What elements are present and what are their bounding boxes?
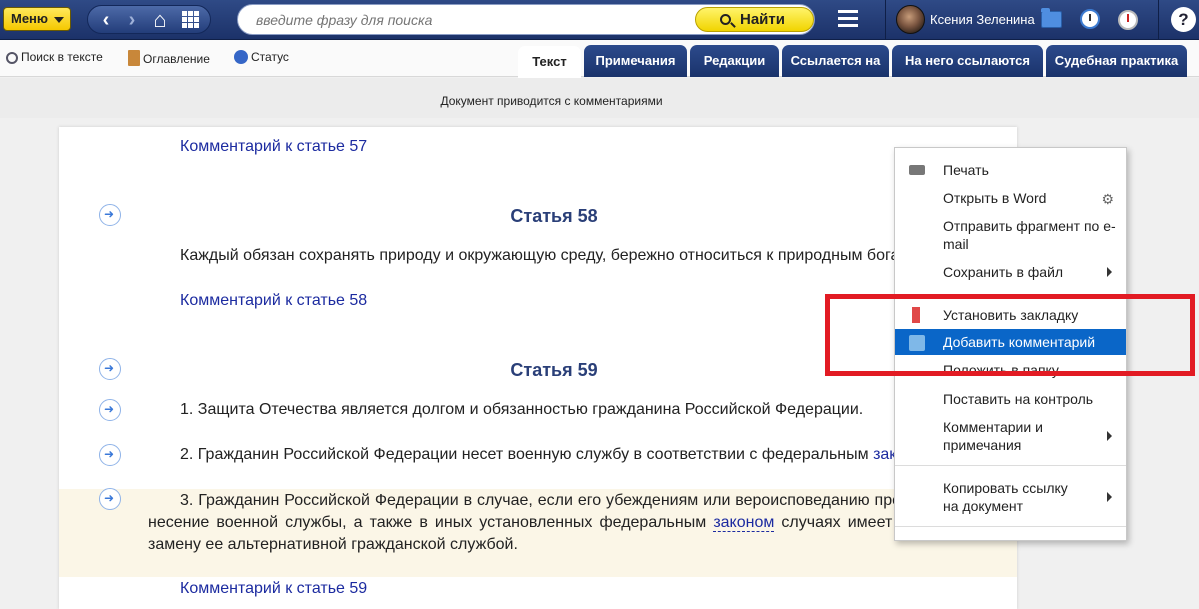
- menu-item-send-email[interactable]: Отправить фрагмент по e-mail: [895, 217, 1126, 253]
- menu-item-label: Открыть в Word: [943, 190, 1047, 206]
- hamburger-icon[interactable]: [838, 10, 858, 28]
- status-button[interactable]: Статус: [234, 50, 289, 64]
- arrow-right-icon[interactable]: [99, 444, 121, 466]
- tab-revisions[interactable]: Редакции: [690, 45, 779, 77]
- divider: [1158, 0, 1159, 40]
- search-in-text-button[interactable]: Поиск в тексте: [6, 50, 103, 64]
- info-warning-icon: [234, 50, 248, 64]
- notice-text: Документ приводится с комментариями: [440, 94, 663, 108]
- tab-notes[interactable]: Примечания: [584, 45, 687, 77]
- submenu-arrow-icon: [1107, 492, 1112, 502]
- divider: [885, 0, 886, 40]
- menu-item-to-control[interactable]: Поставить на контроль: [895, 390, 1126, 408]
- menu-item-label: Комментарии и примечания: [943, 419, 1043, 453]
- folder-icon[interactable]: [1041, 8, 1062, 28]
- menu-item-save-file[interactable]: Сохранить в файл: [895, 263, 1126, 281]
- avatar[interactable]: [896, 5, 925, 34]
- article-59-p2: 2. Гражданин Российской Федерации несет …: [180, 446, 914, 464]
- menu-separator: [895, 526, 1126, 527]
- user-name[interactable]: Ксения Зеленина: [930, 12, 1035, 27]
- menu-item-label: Сохранить в файл: [943, 264, 1064, 280]
- printer-icon: [909, 165, 925, 175]
- tab-court-practice[interactable]: Судебная практика: [1046, 45, 1187, 77]
- toolbar-label: Оглавление: [143, 52, 210, 66]
- comment-link-59[interactable]: Комментарий к статье 59: [180, 580, 367, 598]
- menu-item-comments-notes[interactable]: Комментарии и примечания: [895, 418, 1126, 454]
- notice-bar: Документ приводится с комментариями: [0, 78, 1199, 118]
- find-label: Найти: [740, 11, 785, 28]
- article-58-title: Статья 58: [510, 206, 598, 226]
- comment-link-58[interactable]: Комментарий к статье 58: [180, 292, 367, 310]
- caret-down-icon: [54, 17, 64, 23]
- tab-referenced-by[interactable]: На него ссылаются: [892, 45, 1043, 77]
- tab-text[interactable]: Текст: [518, 46, 581, 78]
- menu-separator: [895, 465, 1126, 466]
- law-link[interactable]: законом: [713, 514, 775, 532]
- submenu-arrow-icon: [1107, 267, 1112, 277]
- search-icon: [720, 14, 731, 25]
- back-arrow-icon[interactable]: ‹: [94, 8, 118, 32]
- menu-item-label: Копировать ссылку на документ: [943, 480, 1068, 514]
- article-59-p3: 3. Гражданин Российской Федерации в случ…: [148, 490, 908, 556]
- menu-item-copy-link[interactable]: Копировать ссылку на документ: [895, 479, 1126, 515]
- navigation-group: ‹ › ⌂: [87, 5, 211, 34]
- gear-icon[interactable]: ⚙: [1101, 190, 1114, 208]
- menu-item-label: Печать: [943, 162, 989, 178]
- toolbar-label: Поиск в тексте: [21, 50, 103, 64]
- tab-references[interactable]: Ссылается на: [782, 45, 889, 77]
- menu-item-label: Поставить на контроль: [943, 391, 1094, 407]
- book-icon: [128, 50, 140, 66]
- comment-link-57[interactable]: Комментарий к статье 57: [180, 138, 367, 156]
- article-59-p1: 1. Защита Отечества является долгом и об…: [180, 401, 864, 418]
- find-button[interactable]: Найти: [695, 7, 814, 32]
- search-input[interactable]: [256, 11, 676, 29]
- toolbar-label: Статус: [251, 50, 289, 64]
- article-58-text: Каждый обязан сохранять природу и окружа…: [180, 247, 922, 264]
- magnifier-icon: [6, 52, 18, 64]
- stopwatch-icon[interactable]: [1118, 10, 1138, 30]
- top-bar: Меню ‹ › ⌂ Найти Ксения Зеленина ?: [0, 0, 1199, 40]
- search-box: Найти: [237, 4, 815, 35]
- submenu-arrow-icon: [1107, 431, 1112, 441]
- forward-arrow-icon[interactable]: ›: [120, 8, 144, 32]
- help-icon[interactable]: ?: [1171, 7, 1196, 32]
- grid-icon[interactable]: [182, 11, 200, 29]
- document-toolbar: Поиск в тексте Оглавление Статус Текст П…: [0, 40, 1199, 78]
- menu-item-label: Отправить фрагмент по e-mail: [943, 218, 1116, 252]
- menu-button[interactable]: Меню: [3, 7, 71, 31]
- menu-label: Меню: [11, 11, 49, 26]
- history-clock-icon[interactable]: [1080, 9, 1100, 29]
- menu-item-open-word[interactable]: Открыть в Word ⚙: [895, 189, 1126, 207]
- menu-item-print[interactable]: Печать: [895, 161, 1126, 179]
- p2-text: 2. Гражданин Российской Федерации несет …: [180, 446, 874, 463]
- arrow-right-icon[interactable]: [99, 399, 121, 421]
- table-of-contents-button[interactable]: Оглавление: [128, 50, 210, 66]
- highlight-frame: [825, 294, 1195, 376]
- home-icon[interactable]: ⌂: [148, 8, 172, 32]
- arrow-right-icon[interactable]: [99, 488, 121, 510]
